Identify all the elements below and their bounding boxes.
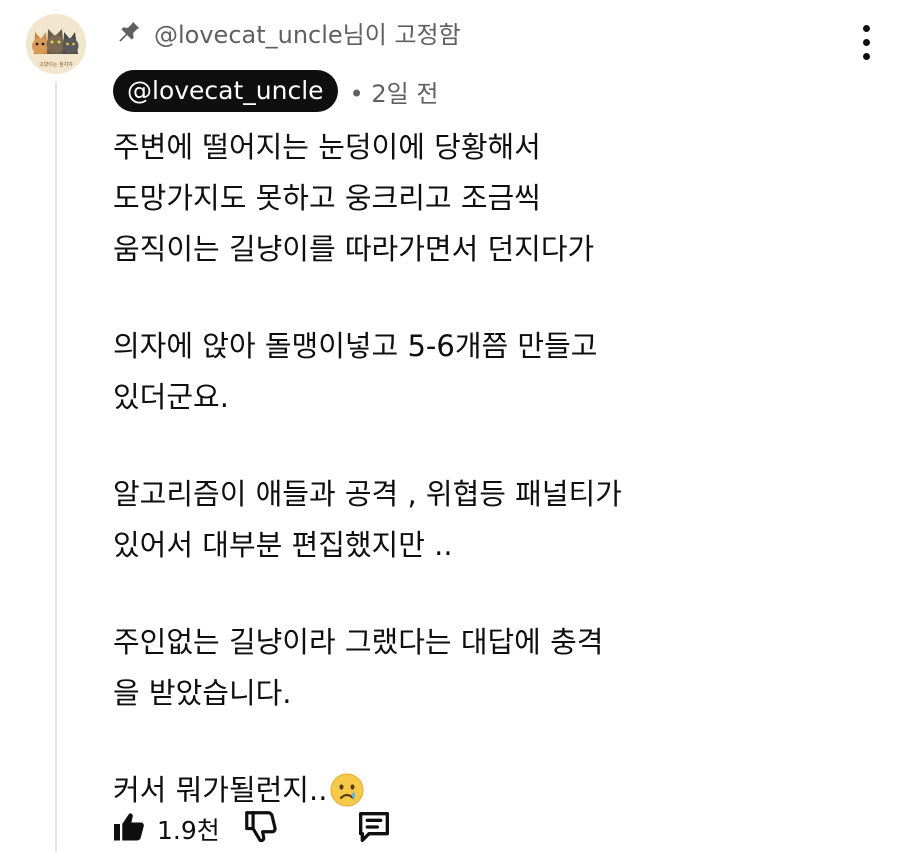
comment-line: 주변에 떨어지는 눈덩이에 당황해서 bbox=[113, 130, 541, 164]
comment-paragraph: 주변에 떨어지는 눈덩이에 당황해서 도망가지도 못하고 웅크리고 조금씩 움직… bbox=[113, 122, 813, 275]
comment-thread: 고양이는 참치야 @lovecat_uncle님이 고정함 @lovecat_u… bbox=[0, 0, 911, 852]
comment-line: 있어서 대부분 편집했지만 .. bbox=[113, 528, 453, 562]
comment-line: 의자에 앉아 돌맹이넣고 5-6개쯤 만들고 bbox=[113, 329, 598, 363]
comment-paragraph: 주인없는 길냥이라 그랬다는 대답에 충격 을 받았습니다. bbox=[113, 617, 813, 719]
comment-line: 알고리즘이 애들과 공격 , 위협등 패널티가 bbox=[113, 477, 622, 511]
author-handle[interactable]: @lovecat_uncle bbox=[113, 70, 338, 112]
avatar[interactable]: 고양이는 참치야 bbox=[26, 14, 86, 74]
avatar-cats-image: 고양이는 참치야 bbox=[26, 14, 86, 74]
comment-actions: 1.9천 bbox=[111, 806, 394, 852]
comment-line: 주인없는 길냥이라 그랬다는 대답에 충격 bbox=[113, 625, 604, 659]
like-button[interactable]: 1.9천 bbox=[111, 809, 220, 849]
pin-icon bbox=[116, 19, 142, 45]
thread-line bbox=[55, 82, 57, 852]
comment-line: 있더군요. bbox=[113, 380, 229, 414]
reply-icon bbox=[354, 807, 394, 851]
pinned-label: @lovecat_uncle님이 고정함 bbox=[154, 20, 461, 49]
comment-paragraph: 의자에 앉아 돌맹이넣고 5-6개쯤 만들고 있더군요. bbox=[113, 321, 813, 423]
comment-meta: @lovecat_uncle • 2일 전 bbox=[113, 70, 438, 112]
pinned-indicator: @lovecat_uncle님이 고정함 bbox=[116, 14, 461, 50]
more-vertical-icon[interactable] bbox=[846, 20, 886, 64]
comment-line: 움직이는 길냥이를 따라가면서 던지다가 bbox=[113, 232, 595, 266]
thumbs-down-icon bbox=[242, 808, 280, 850]
comment-paragraph: 알고리즘이 애들과 공격 , 위협등 패널티가 있어서 대부분 편집했지만 .. bbox=[113, 469, 813, 571]
comment-time: • 2일 전 bbox=[350, 74, 439, 109]
dislike-button[interactable] bbox=[242, 808, 280, 850]
like-count: 1.9천 bbox=[157, 816, 220, 845]
thumbs-up-icon bbox=[111, 809, 147, 849]
avatar-caption: 고양이는 참치야 bbox=[39, 61, 73, 68]
comment-line: 을 받았습니다. bbox=[113, 676, 292, 710]
meta-separator: • bbox=[349, 79, 364, 108]
timestamp: 2일 전 bbox=[371, 79, 439, 108]
comment-line: 도망가지도 못하고 웅크리고 조금씩 bbox=[113, 181, 541, 215]
reply-button[interactable] bbox=[354, 807, 394, 851]
comment-body: 주변에 떨어지는 눈덩이에 당황해서 도망가지도 못하고 웅크리고 조금씩 움직… bbox=[113, 122, 813, 816]
comment-line-text: 커서 뭐가될런지.. bbox=[113, 773, 328, 807]
